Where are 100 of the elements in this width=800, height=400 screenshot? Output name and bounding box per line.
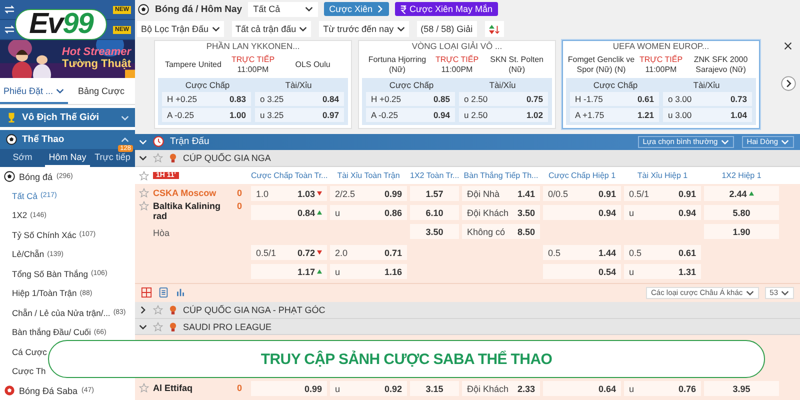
odds-button[interactable]: H +0.25 0.85 [366,92,455,106]
odds-cell[interactable]: 1.90 [704,224,779,240]
odds-cell[interactable]: 0.84 [251,205,327,220]
star-icon[interactable] [153,304,163,315]
odds-cell[interactable]: 0.5 0.61 [624,245,701,260]
column-header: Tài/Xỉu [284,80,313,90]
league-row[interactable]: CÚP QUỐC GIA NGA - PHẠT GÓC [135,302,800,319]
team-name: Tampere United [164,60,222,70]
odds-button[interactable]: A -0.25 1.00 [162,108,251,122]
live-status: TRỰC TIẾP [435,55,479,65]
odds-cell[interactable]: u 0.92 [330,381,407,396]
odds-cell[interactable]: 0.64 [543,381,621,396]
match-card[interactable]: PHẦN LAN YKKONEN... Tampere United TRỰC TIẾP 11:00PM OLS Oulu Cược Chấp Tài/Xỉu H +0.25 0.83 o 3.25 0.84 A -0.25 1.00 u 3.25 0.97 [154,40,352,129]
swap-icon [4,5,15,14]
soccer-ball-icon [4,385,15,396]
odds-cell[interactable]: 0/0.5 0.91 [543,186,621,202]
section-header[interactable]: Vô Địch Thế Giới [0,108,135,127]
odds-button[interactable]: o 3.00 0.73 [663,92,752,106]
star-icon[interactable] [139,170,149,181]
team-name: Fortuna Hjorring (Nữ) [367,55,428,74]
list-icon[interactable] [158,287,169,298]
bet-type-item[interactable]: Cá Cược [0,342,47,362]
match-card[interactable]: VÒNG LOẠI GIẢI VÔ ... Fortuna Hjorring (Nữ) TRỰC TIẾP 11:00PM SKN St. Polten (Nữ) Cược Chấp Tài/Xỉu H +0.25 0.85 o 2.50 0.75 A -0.25 0.94 u 2.50 1.02 [358,40,556,129]
odds-cell[interactable]: 0.5/1 0.72 [251,245,327,260]
odds-button[interactable]: o 2.50 0.75 [459,92,548,106]
filter-dropdown[interactable]: (58 / 58) Giải [416,21,477,38]
sport-select[interactable]: Tất Cả [248,2,318,17]
odds-cell[interactable]: 6.10 [410,205,459,220]
star-icon[interactable] [153,153,163,164]
filter-dropdown[interactable]: Từ trước đến nay [319,21,409,38]
odds-cell[interactable]: 1.0 1.03 [251,186,327,202]
odds-button[interactable]: H +0.25 0.83 [162,92,251,106]
team-name: SKN St. Polten (Nữ) [489,55,544,74]
logo: Ev99 [15,9,107,40]
soccer-ball-icon [4,171,15,182]
filter-dropdown[interactable]: Tất cả trận đấu [232,21,312,38]
odds-cell[interactable]: u 0.76 [624,381,701,396]
odds-cell[interactable]: 2/2.5 0.99 [330,186,407,202]
odds-cell[interactable]: 0.54 [543,264,621,280]
time-tab[interactable]: Trực tiếp [90,149,135,167]
odds-cell[interactable]: Đội Khách 3.50 [462,205,540,220]
close-icon[interactable] [784,42,792,50]
odds-cell[interactable]: 3.15 [410,381,459,396]
bar-chart-icon[interactable] [175,287,186,298]
odds-cell[interactable]: 0.5/1 0.91 [624,186,701,202]
odds-cell[interactable]: u 1.31 [624,264,701,280]
match-card[interactable]: UEFA WOMEN EUROP... Fomget Genclik ve Spor (Nữ) (N) TRỰC TIẾP 11:00PM ZNK SFK 2000 Sarajevo (Nữ) Cược Chấp Tài/Xỉu H -1.75 0.61 o 3.00 0.73 A +1.75 1.21 u 3.00 1.04 [562,40,760,129]
league-name: PHẦN LAN YKKONEN... [205,40,301,52]
filter-dropdown[interactable]: Bộ Lọc Trận Đấu [137,21,224,38]
odds-cell[interactable]: 0.94 [543,205,621,220]
odds-button[interactable]: u 3.25 0.97 [255,108,344,122]
column-header: 1X2 Hiệp 1 [720,171,762,180]
odds-cell[interactable]: u 0.94 [624,205,701,220]
odds-button[interactable]: u 3.00 1.04 [663,108,752,122]
odds-cell[interactable]: Không có 8.50 [462,224,540,240]
odds-cell[interactable]: u 0.86 [330,205,407,220]
star-icon[interactable] [139,383,149,393]
match-time: 11:00PM [645,64,677,74]
sidebar-tab[interactable]: Phiếu Đặt ... [0,80,68,104]
star-icon[interactable] [153,322,163,332]
league-name: CÚP QUỐC GIA NGA - PHẠT GÓC [183,304,326,315]
odds-button[interactable]: A -0.25 0.94 [366,108,455,122]
parlay-button[interactable]: Cược Xiên [324,2,389,16]
odds-cell[interactable]: 0.99 [251,381,327,396]
league-row[interactable]: CÚP QUỐC GIA NGA [135,150,800,168]
promo-banner[interactable]: TRUY CẬP SẢNH CƯỢC SABA THỂ THAO [48,340,765,378]
odds-button[interactable]: H -1.75 0.61 [570,92,659,106]
bet-type-item[interactable]: Cược Th [0,362,46,381]
promo-title: Tường Thuật [62,58,131,70]
odds-cell[interactable]: 1.17 [251,264,327,280]
lucky-parlay-button[interactable]: Cược Xiên May Mắn [394,2,498,16]
odds-cell[interactable]: 1.57 [410,186,459,202]
star-icon[interactable] [139,188,149,198]
league-name: CÚP QUỐC GIA NGA [183,153,271,164]
odds-cell[interactable]: Đội Khách 2.33 [462,381,540,396]
soccer-ball-icon [6,134,17,145]
star-icon[interactable] [139,201,149,212]
time-tab[interactable]: Hôm Nay [45,149,90,167]
odds-button[interactable]: u 2.50 1.02 [459,108,548,122]
column-header: Tài/Xỉu [692,80,721,90]
odds-button[interactable]: o 3.25 0.84 [255,92,344,106]
grid-icon[interactable] [141,287,152,298]
odds-cell[interactable]: 3.95 [704,381,779,396]
column-header: Cược Chấp Hiệp 1 [547,171,617,180]
odds-cell[interactable]: u 1.16 [330,264,407,280]
time-tab[interactable]: Sớm [0,149,45,167]
odds-cell[interactable]: 3.50 [410,224,459,240]
league-row[interactable]: SAUDI PRO LEAGUE [135,318,800,336]
odds-cell[interactable]: 5.80 [704,205,779,220]
odds-button[interactable]: A +1.75 1.21 [570,108,659,122]
sort-button[interactable] [484,21,504,38]
sidebar-tab[interactable]: Bảng Cược [68,80,135,104]
odds-cell[interactable]: Đội Nhà 1.41 [462,186,540,202]
team-name: Hòa [152,228,171,238]
column-header: Bàn Thắng Tiếp Th... [462,171,540,180]
odds-cell[interactable]: 0.5 1.44 [543,245,621,260]
odds-cell[interactable]: 2.0 0.71 [330,245,407,260]
odds-cell[interactable]: 2.44 [704,186,779,202]
swap-icon [4,25,15,34]
column-header: Tài Xỉu Hiệp 1 [636,171,689,180]
